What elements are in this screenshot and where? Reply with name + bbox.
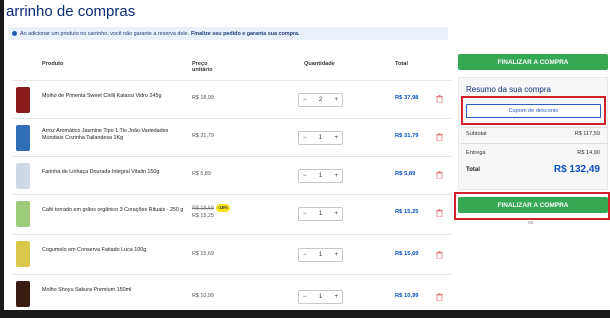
trash-icon[interactable] xyxy=(436,293,443,301)
subtotal-value: R$ 117,59 xyxy=(574,131,600,137)
unit-price: R$ 31,79 xyxy=(192,133,214,139)
row-total: R$ 31,79 xyxy=(395,133,419,139)
quantity-value[interactable]: 1 xyxy=(319,211,322,217)
unit-price: R$ 18,69 -18% R$ 15,25 xyxy=(192,204,230,220)
subtotal-label: Subtotal xyxy=(466,131,487,137)
info-icon xyxy=(12,31,17,36)
bottom-window-edge xyxy=(0,310,610,318)
summary-divider xyxy=(461,127,607,128)
header-product: Produto xyxy=(42,61,64,67)
header-unit-price: Preço unitário xyxy=(192,61,213,73)
quantity-stepper: − 1 + xyxy=(298,169,343,183)
decrease-button[interactable]: − xyxy=(303,135,307,141)
decrease-button[interactable]: − xyxy=(303,294,307,300)
table-row: Café torrado em grãos orgânico 3 Coraçõe… xyxy=(12,194,452,233)
decrease-button[interactable]: − xyxy=(303,252,307,258)
table-row: Farinha de Linhaça Dourada Integral Vita… xyxy=(12,156,452,195)
discount-badge: -18% xyxy=(215,204,230,212)
product-thumbnail[interactable] xyxy=(16,241,30,267)
unit-price: R$ 15,69 xyxy=(192,251,214,257)
quantity-stepper: − 1 + xyxy=(298,290,343,304)
increase-button[interactable]: + xyxy=(334,97,338,103)
total-value: R$ 132,49 xyxy=(553,164,600,175)
quantity-stepper: − 1 + xyxy=(298,248,343,262)
product-name[interactable]: Café torrado em grãos orgânico 3 Coraçõe… xyxy=(42,207,184,214)
quantity-value[interactable]: 1 xyxy=(319,135,322,141)
quantity-value[interactable]: 1 xyxy=(319,252,322,258)
increase-button[interactable]: + xyxy=(334,252,338,258)
increase-button[interactable]: + xyxy=(334,294,338,300)
trash-icon[interactable] xyxy=(436,171,443,179)
table-row: Molho Shoyu Sakura Premium 150ml R$ 10,9… xyxy=(12,274,452,310)
old-price: R$ 18,69 xyxy=(192,205,214,212)
scroll-indicator-icon: oo xyxy=(528,220,534,226)
product-name[interactable]: Molho Shoyu Sakura Premium 150ml xyxy=(42,287,184,294)
header-quantity: Quantidade xyxy=(304,61,335,67)
trash-icon[interactable] xyxy=(436,209,443,217)
table-row: Cogumelo em Conserva Fatiado Luca 100g R… xyxy=(12,234,452,273)
header-total: Total xyxy=(395,61,408,67)
page-title: arrinho de compras xyxy=(6,3,136,20)
row-total: R$ 10,99 xyxy=(395,293,419,299)
row-total: R$ 15,25 xyxy=(395,209,419,215)
info-notice: Ao adicionar um produto no carrinho, voc… xyxy=(8,27,448,40)
summary-divider xyxy=(461,143,607,144)
quantity-stepper: − 1 + xyxy=(298,131,343,145)
product-thumbnail[interactable] xyxy=(16,87,30,113)
product-name[interactable]: Cogumelo em Conserva Fatiado Luca 100g xyxy=(42,247,184,254)
product-thumbnail[interactable] xyxy=(16,163,30,189)
table-row: Molho de Pimenta Sweet Chilli Kalassi Vi… xyxy=(12,80,452,119)
quantity-stepper: − 2 + xyxy=(298,93,343,107)
increase-button[interactable]: + xyxy=(334,173,338,179)
unit-price: R$ 10,99 xyxy=(192,293,214,299)
row-total: R$ 15,69 xyxy=(395,251,419,257)
notice-text: Ao adicionar um produto no carrinho, voc… xyxy=(20,30,190,37)
quantity-stepper: − 1 + xyxy=(298,207,343,221)
decrease-button[interactable]: − xyxy=(303,97,307,103)
trash-icon[interactable] xyxy=(436,133,443,141)
product-thumbnail[interactable] xyxy=(16,201,30,227)
finalize-purchase-button[interactable]: FINALIZAR A COMPRA xyxy=(458,54,608,70)
coupon-button[interactable]: Cupom de desconto xyxy=(466,104,601,118)
table-row: Arroz Aromático Jasmine Tipo 1 Tio João … xyxy=(12,118,452,157)
notice-bold-text: Finalize seu pedido e garanta sua compra… xyxy=(191,30,300,37)
delivery-label: Entrega xyxy=(466,150,486,156)
product-thumbnail[interactable] xyxy=(16,125,30,151)
product-name[interactable]: Arroz Aromático Jasmine Tipo 1 Tio João … xyxy=(42,128,184,142)
increase-button[interactable]: + xyxy=(334,211,338,217)
trash-icon[interactable] xyxy=(436,95,443,103)
total-label: Total xyxy=(466,167,480,173)
delivery-value: R$ 14,90 xyxy=(577,150,600,156)
product-thumbnail[interactable] xyxy=(16,281,30,307)
left-window-edge xyxy=(0,0,4,318)
product-name[interactable]: Molho de Pimenta Sweet Chilli Kalassi Vi… xyxy=(42,93,184,100)
summary-title: Resumo da sua compra xyxy=(466,85,551,94)
current-price: R$ 15,25 xyxy=(192,213,214,220)
unit-price: R$ 18,99 xyxy=(192,95,214,101)
unit-price: R$ 5,89 xyxy=(192,171,211,177)
quantity-value[interactable]: 2 xyxy=(319,97,322,103)
header-unit-price-line2: unitário xyxy=(192,67,213,73)
row-total: R$ 5,89 xyxy=(395,171,416,177)
row-total: R$ 37,98 xyxy=(395,95,419,101)
quantity-value[interactable]: 1 xyxy=(319,173,322,179)
increase-button[interactable]: + xyxy=(334,135,338,141)
quantity-value[interactable]: 1 xyxy=(319,294,322,300)
product-name[interactable]: Farinha de Linhaça Dourada Integral Vita… xyxy=(42,169,184,176)
trash-icon[interactable] xyxy=(436,251,443,259)
decrease-button[interactable]: − xyxy=(303,211,307,217)
decrease-button[interactable]: − xyxy=(303,173,307,179)
finalize-purchase-button-2[interactable]: FINALIZAR A COMPRA xyxy=(458,197,608,213)
